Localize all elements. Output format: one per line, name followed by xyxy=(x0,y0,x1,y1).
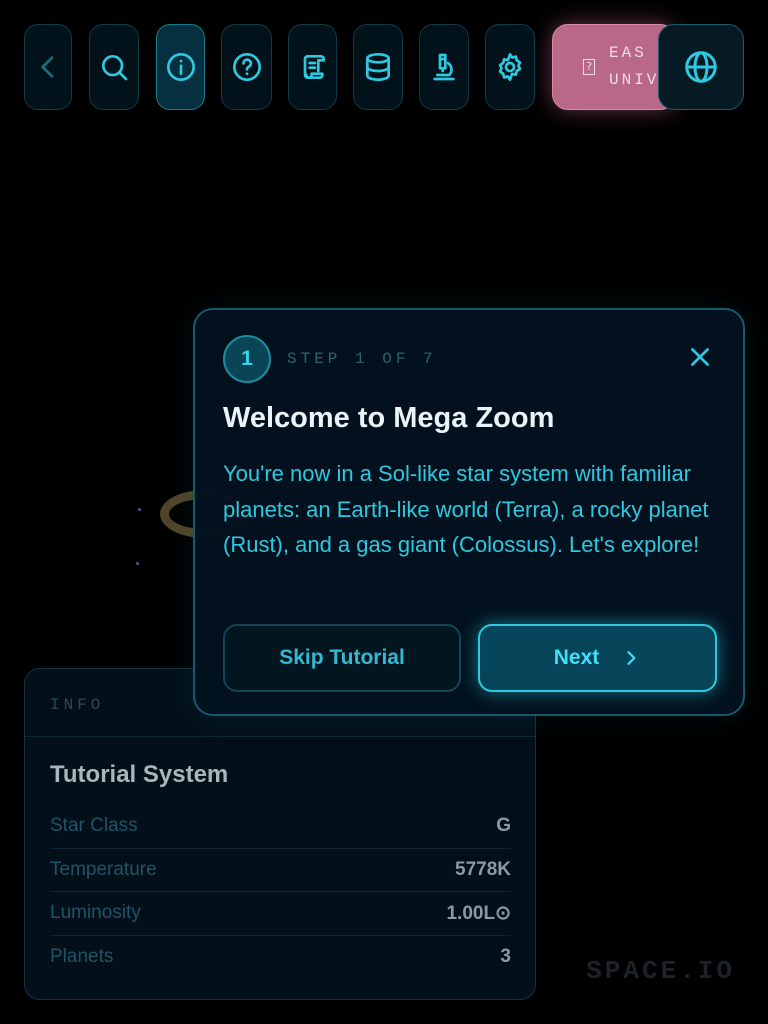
back-button[interactable] xyxy=(24,24,72,110)
settings-button[interactable] xyxy=(485,24,535,110)
info-icon xyxy=(166,53,195,81)
search-button[interactable] xyxy=(89,24,139,110)
star xyxy=(138,508,141,511)
info-row-temperature: Temperature 5778K xyxy=(50,849,511,892)
close-button[interactable] xyxy=(685,342,715,372)
skip-tutorial-button[interactable]: Skip Tutorial xyxy=(223,624,461,692)
system-name: Tutorial System xyxy=(50,761,229,788)
help-button[interactable] xyxy=(221,24,272,110)
info-key: Planets xyxy=(50,946,114,968)
info-key: Star Class xyxy=(50,815,138,837)
help-icon xyxy=(232,53,261,81)
dialog-body: You're now in a Sol-like star system wit… xyxy=(223,461,709,557)
step-counter: STEP 1 OF 7 xyxy=(287,350,437,368)
info-rows: Star Class G Temperature 5778K Luminosit… xyxy=(50,805,511,979)
globe-button[interactable] xyxy=(658,24,744,110)
info-key: Luminosity xyxy=(50,902,141,924)
database-icon xyxy=(366,53,390,81)
info-value: 5778K xyxy=(455,858,511,880)
star xyxy=(136,562,139,565)
step-number-badge: 1 xyxy=(223,335,271,383)
info-panel: INFO Tutorial System Star Class G Temper… xyxy=(24,668,536,1000)
log-button[interactable] xyxy=(288,24,337,110)
info-row-luminosity: Luminosity 1.00L⊙ xyxy=(50,892,511,936)
info-key: Temperature xyxy=(50,858,157,880)
difficulty-label-line2: UNIV xyxy=(609,71,660,89)
chevron-left-icon xyxy=(41,56,54,78)
info-row-star-class: Star Class G xyxy=(50,805,511,849)
next-button[interactable]: Next xyxy=(478,624,717,692)
close-icon xyxy=(691,348,709,366)
scroll-icon xyxy=(303,55,325,79)
brand-logo: SPACE.IO xyxy=(586,956,735,986)
info-button[interactable] xyxy=(156,24,205,110)
gear-icon xyxy=(498,53,522,81)
difficulty-label: EAS UNIV xyxy=(609,40,659,94)
microscope-icon xyxy=(433,53,455,81)
next-label: Next xyxy=(553,646,600,669)
tutorial-dialog: 1 STEP 1 OF 7 Welcome to Mega Zoom You'r… xyxy=(193,308,745,716)
skip-label: Skip Tutorial xyxy=(279,646,405,669)
info-row-planets: Planets 3 xyxy=(50,936,511,980)
difficulty-label-line1: EAS xyxy=(609,44,647,62)
chevron-right-icon xyxy=(627,651,636,665)
dialog-title: Welcome to Mega Zoom xyxy=(223,402,555,434)
microscope-button[interactable] xyxy=(419,24,469,110)
database-button[interactable] xyxy=(353,24,403,110)
globe-icon xyxy=(685,51,717,83)
info-value: 1.00L⊙ xyxy=(446,902,511,924)
difficulty-icon: ? xyxy=(583,59,595,75)
search-icon xyxy=(102,55,128,81)
info-value: 3 xyxy=(500,946,511,968)
info-value: G xyxy=(496,815,511,837)
